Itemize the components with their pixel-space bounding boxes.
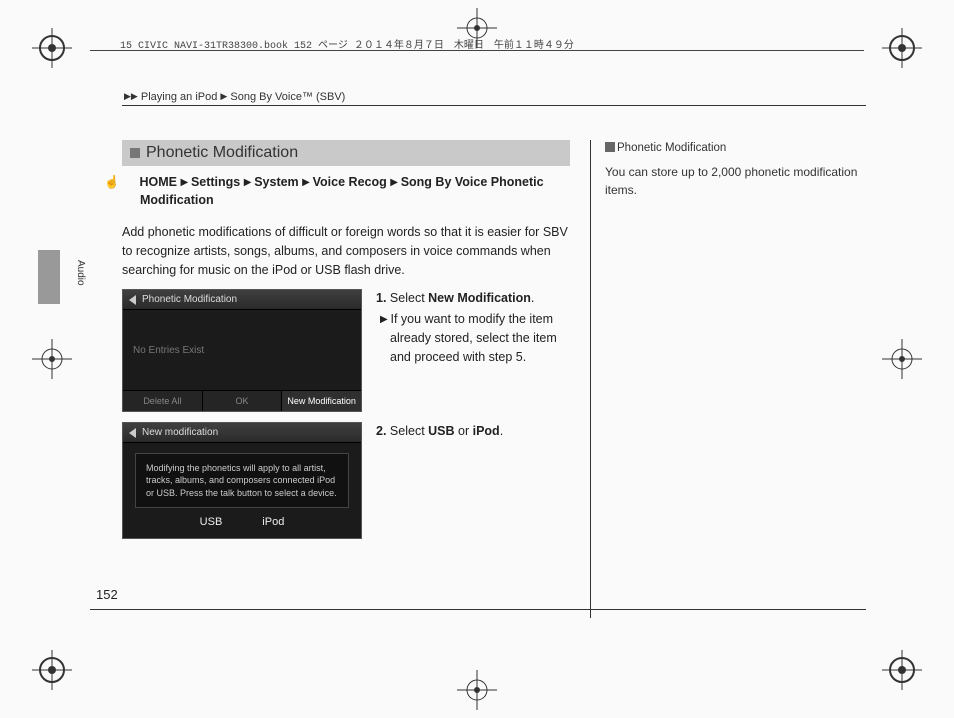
hand-icon: ☝ <box>122 174 136 192</box>
step-text-post: . <box>500 424 503 438</box>
cropmark-icon <box>457 670 497 710</box>
ui-screenshot-1: Phonetic Modification No Entries Exist D… <box>122 289 362 412</box>
step-opt-b: iPod <box>473 424 500 438</box>
sidebar-heading: Phonetic Modification <box>605 140 866 157</box>
nav-item: Voice Recog <box>313 175 387 189</box>
page-number: 152 <box>96 587 118 602</box>
cropmark-icon <box>882 28 922 68</box>
play-icon: ▶ <box>220 91 227 101</box>
sidebar-heading-text: Phonetic Modification <box>617 142 726 154</box>
step-2: 2. Select USB or iPod. <box>376 422 570 441</box>
step-number: 2. <box>376 424 386 438</box>
play-icon: ▶▶ <box>124 91 138 101</box>
intro-paragraph: Add phonetic modifications of difficult … <box>122 223 570 279</box>
step-1-sub: ▶ If you want to modify the item already… <box>376 310 570 366</box>
section-tab-label: Audio <box>75 260 86 286</box>
breadcrumb-item: Playing an iPod <box>141 91 217 103</box>
cropmark-icon <box>32 28 72 68</box>
delete-all-button[interactable]: Delete All <box>123 391 203 411</box>
step-text-post: . <box>531 291 534 305</box>
dialog-message: Modifying the phonetics will apply to al… <box>135 453 349 507</box>
step-target: New Modification <box>428 291 531 305</box>
usb-button[interactable]: USB <box>200 516 223 528</box>
nav-path: ☝ HOME ▶ Settings ▶ System ▶ Voice Recog… <box>122 174 570 209</box>
step-text-pre: Select <box>390 291 428 305</box>
step-text-pre: Select <box>390 424 428 438</box>
header-rule <box>90 50 864 51</box>
new-modification-button[interactable]: New Modification <box>282 391 361 411</box>
ok-button[interactable]: OK <box>203 391 283 411</box>
screen-title: Phonetic Modification <box>142 294 237 305</box>
triangle-icon: ▶ <box>180 177 190 188</box>
cropmark-icon <box>32 650 72 690</box>
triangle-icon: ▶ <box>302 177 312 188</box>
step-number: 1. <box>376 291 386 305</box>
screen-body: No Entries Exist <box>123 310 361 390</box>
step-sub-text: If you want to modify the item already s… <box>390 312 557 364</box>
nav-item: System <box>254 175 298 189</box>
ui-screenshot-2: New modification Modifying the phonetics… <box>122 422 362 538</box>
step-opt-a: USB <box>428 424 454 438</box>
ipod-button[interactable]: iPod <box>262 516 284 528</box>
cropmark-icon <box>882 339 922 379</box>
square-bullet-icon <box>130 148 140 158</box>
triangle-icon: ▶ <box>244 177 254 188</box>
section-heading: Phonetic Modification <box>122 140 570 166</box>
section-tab <box>38 250 60 304</box>
back-icon[interactable] <box>129 295 136 305</box>
cropmark-icon <box>882 650 922 690</box>
breadcrumb-item: Song By Voice™ (SBV) <box>230 91 345 103</box>
chevron-icon <box>605 142 615 152</box>
breadcrumb-rule <box>122 105 866 106</box>
empty-state-text: No Entries Exist <box>133 345 204 356</box>
triangle-icon: ▶ <box>380 314 390 325</box>
screen-title: New modification <box>142 427 218 438</box>
breadcrumb: ▶▶ Playing an iPod ▶ Song By Voice™ (SBV… <box>124 91 345 103</box>
sidebar-body: You can store up to 2,000 phonetic modif… <box>605 163 866 199</box>
step-1: 1. Select New Modification. <box>376 289 570 308</box>
triangle-icon: ▶ <box>390 177 400 188</box>
step-text-mid: or <box>455 424 473 438</box>
nav-item: HOME <box>139 175 177 189</box>
back-icon[interactable] <box>129 428 136 438</box>
footer-rule <box>90 609 866 610</box>
nav-item: Settings <box>191 175 240 189</box>
cropmark-icon <box>32 339 72 379</box>
section-heading-text: Phonetic Modification <box>146 144 298 162</box>
